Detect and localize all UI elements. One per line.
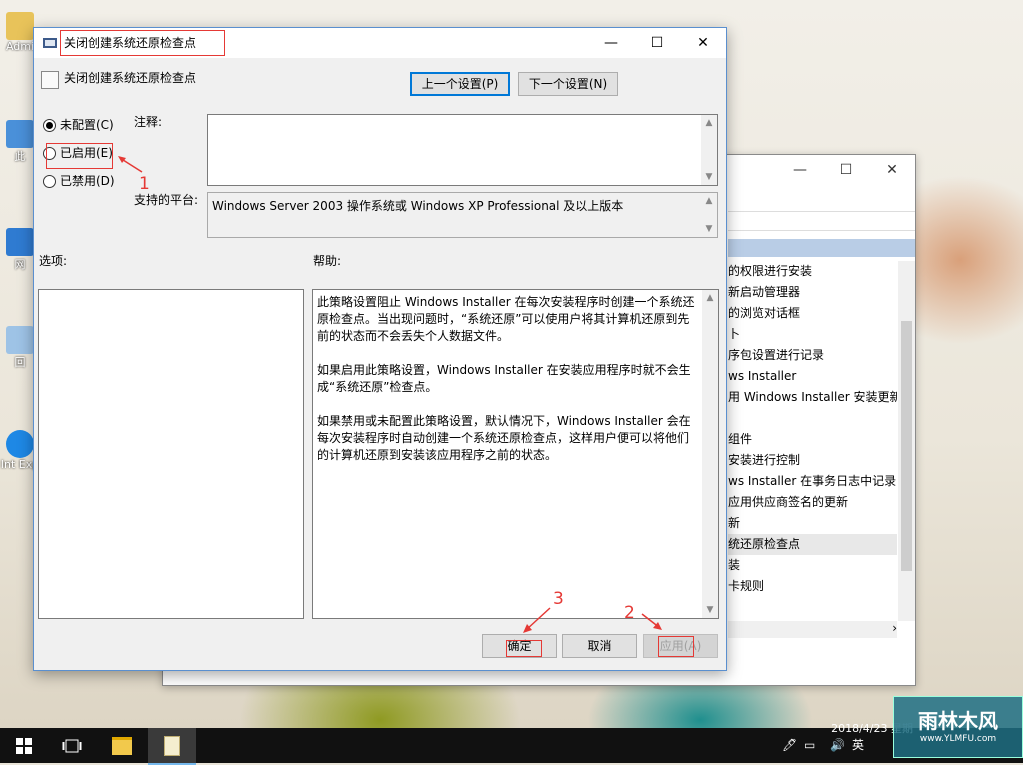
list-item[interactable]: 序包设置进行记录 [728,345,897,366]
scroll-down-icon[interactable]: ▼ [701,169,717,185]
help-pane: 此策略设置阻止 Windows Installer 在每次安装程序时创建一个系统… [312,289,719,619]
list-item[interactable]: 用 Windows Installer 安装更新和 [728,387,897,408]
radio-label: 未配置(C) [60,118,114,132]
notepad-taskbar-button[interactable] [148,728,196,765]
title-bar: 关闭创建系统还原检查点 — ☐ ✕ [34,28,726,58]
desktop-icon-label: Admi [5,40,35,53]
desktop-icon-label: 网 [14,258,26,271]
comment-label: 注释: [134,115,163,129]
supported-platform-field: Windows Server 2003 操作系统或 Windows XP Pro… [207,192,718,238]
annotation-box-apply [658,636,694,657]
help-text: 此策略设置阻止 Windows Installer 在每次安装程序时创建一个系统… [317,294,696,481]
list-item[interactable]: ws Installer 在事务日志中记录的 [728,471,897,492]
policy-setting-dialog: 关闭创建系统还原检查点 — ☐ ✕ 关闭创建系统还原检查点 上一个设置(P) 下… [33,27,727,671]
list-item[interactable]: 组件 [728,429,897,450]
maximize-button[interactable]: ☐ [634,28,680,58]
input-method-indicator[interactable]: 英 [852,728,864,763]
annotation-step-3: 3 [553,589,564,609]
minimize-button[interactable]: — [588,28,634,58]
next-setting-button[interactable]: 下一个设置(N) [518,72,618,96]
annotation-step-1: 1 [139,174,150,194]
desktop-icon-label: 回 [14,356,26,369]
maximize-button[interactable]: ☐ [823,155,869,185]
pen-icon[interactable]: 🖊 [782,728,797,763]
list-item[interactable]: 应用供应商签名的更新 [728,492,897,513]
file-explorer-button[interactable] [98,728,146,763]
list-item[interactable]: 新 [728,513,897,534]
options-pane [38,289,304,619]
help-paragraph: 如果禁用或未配置此策略设置，默认情况下，Windows Installer 会在… [317,414,691,462]
list-item[interactable] [728,408,897,429]
list-item[interactable]: 的浏览对话框 [728,303,897,324]
help-paragraph: 此策略设置阻止 Windows Installer 在每次安装程序时创建一个系统… [317,295,695,343]
list-item[interactable]: 的权限进行安装 [728,261,897,282]
comment-textarea[interactable]: ▲ ▼ [207,114,718,186]
taskbar: 2018/4/23 星期 🖊 ▭ 🔊 英 [0,722,1023,765]
radio-empty-icon [43,174,56,188]
radio-not-configured[interactable]: 未配置(C) [43,116,114,134]
vertical-scrollbar[interactable] [898,261,915,621]
setting-title: 关闭创建系统还原检查点 [64,71,197,85]
list-item[interactable]: 安装进行控制 [728,450,897,471]
cancel-button[interactable]: 取消 [562,634,637,658]
list-item[interactable]: 卡规则 [728,576,897,597]
watermark-title: 雨林木风 [918,709,998,733]
scroll-up-icon[interactable]: ▲ [701,193,717,209]
folder-icon [112,736,132,755]
scroll-up-icon[interactable]: ▲ [701,115,717,131]
list-item[interactable]: ws Installer [728,366,897,387]
radio-selected-icon [43,118,56,132]
close-button[interactable]: ✕ [869,155,915,185]
policy-setting-icon [41,71,59,89]
network-icon [6,228,34,256]
notepad-icon [164,735,180,756]
supported-platform-text: Windows Server 2003 操作系统或 Windows XP Pro… [212,199,624,213]
internet-explorer-icon [6,430,34,458]
close-button[interactable]: ✕ [680,28,726,58]
horizontal-scrollbar[interactable]: › [728,621,897,638]
recycle-bin-icon [6,326,34,354]
computer-icon [6,120,34,148]
options-label: 选项: [39,254,68,268]
list-item[interactable]: 卜 [728,324,897,345]
platform-scrollbar[interactable]: ▲ ▼ [701,193,717,237]
desktop-icon-label: 此 [14,150,26,163]
volume-icon[interactable]: 🔊 [830,728,845,763]
radio-disabled[interactable]: 已禁用(D) [43,172,115,190]
annotation-box-ok [506,640,542,657]
watermark-url: www.YLMFU.com [919,734,997,744]
previous-setting-button[interactable]: 上一个设置(P) [410,72,510,96]
comment-scrollbar[interactable]: ▲ ▼ [701,115,717,185]
policy-app-icon [43,38,57,48]
annotation-arrow-2 [641,613,662,630]
scroll-down-icon[interactable]: ▼ [701,221,717,237]
annotation-box-enabled [46,143,113,169]
window-title: 关闭创建系统还原检查点 [60,30,226,56]
radio-label: 已禁用(D) [60,174,115,188]
list-item-selected[interactable]: 统还原检查点 [728,534,897,555]
scrollbar-thumb[interactable] [901,321,912,571]
annotation-arrow-3 [523,607,551,633]
list-item[interactable]: 装 [728,555,897,576]
start-button[interactable] [0,728,48,763]
scroll-up-icon[interactable]: ▲ [702,290,718,306]
annotation-arrow-1 [118,156,143,173]
task-view-button[interactable] [48,728,96,763]
annotation-step-2: 2 [624,603,635,623]
windows-logo-icon [16,737,32,754]
network-tray-icon[interactable]: ▭ [804,728,815,763]
settings-list: 的权限进行安装 新启动管理器 的浏览对话框 卜 序包设置进行记录 ws Inst… [728,261,897,597]
folder-icon [6,12,34,40]
help-label: 帮助: [313,254,342,268]
scroll-down-icon[interactable]: ▼ [702,602,718,618]
minimize-button[interactable]: — [777,155,823,185]
list-item[interactable]: 新启动管理器 [728,282,897,303]
column-header [728,239,915,257]
task-view-icon [62,739,82,752]
toolbar-band [728,211,915,231]
background-window-caption-buttons: — ☐ ✕ [777,155,915,185]
help-paragraph: 如果启用此策略设置，Windows Installer 在安装应用程序时就不会生… [317,363,691,394]
help-scrollbar[interactable]: ▲ ▼ [702,290,718,618]
watermark-logo: 雨林木风 www.YLMFU.com [893,696,1023,758]
